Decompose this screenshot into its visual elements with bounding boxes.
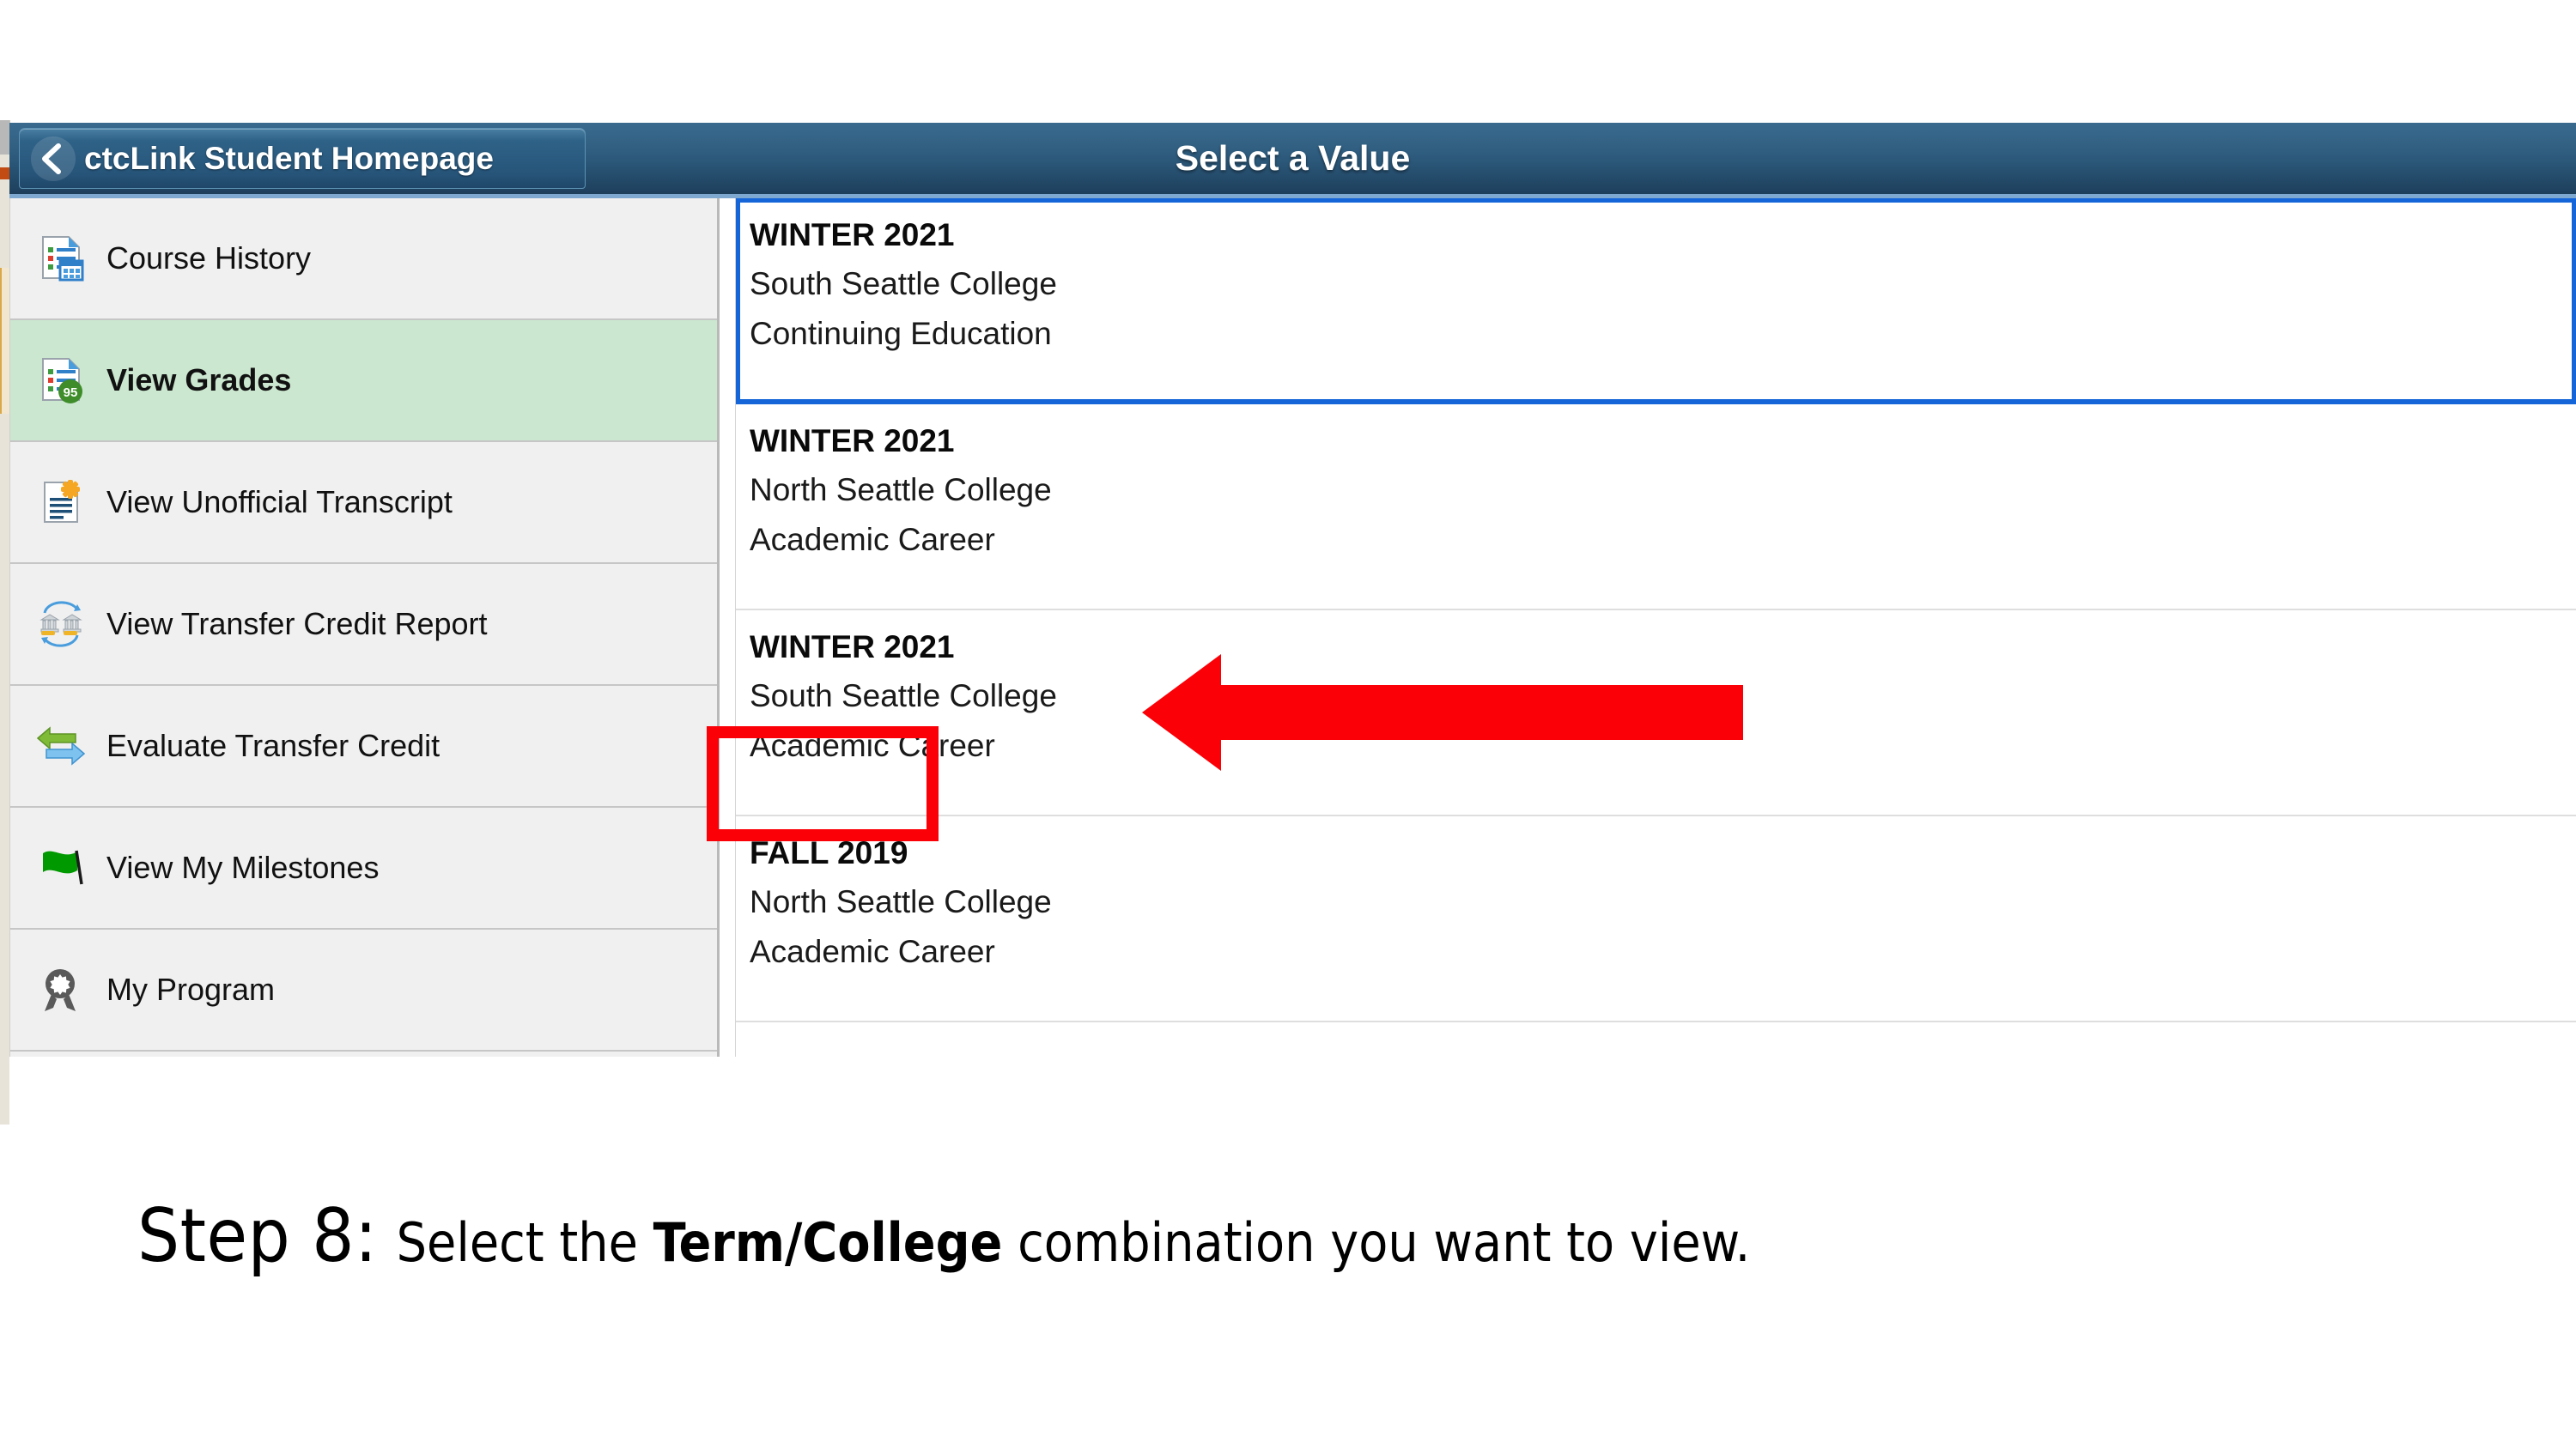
value-college: South Seattle College (750, 266, 1057, 301)
value-row[interactable]: WINTER 2021 North Seattle College Academ… (736, 404, 2576, 610)
sidebar-item-view-unofficial-transcript[interactable]: View Unofficial Transcript (10, 442, 717, 564)
caption-text-before: Select the (396, 1211, 653, 1274)
value-term: WINTER 2021 (750, 629, 955, 664)
sliver-gray-block (0, 120, 9, 155)
value-row[interactable]: FALL 2019 North Seattle College Academic… (736, 816, 2576, 1022)
page-header: ctcLink Student Homepage Select a Value (9, 123, 2576, 198)
value-career: Academic Career (750, 934, 995, 969)
caption-bold-term: Term/College (653, 1211, 1003, 1274)
value-row[interactable]: WINTER 2021 South Seattle College Contin… (736, 198, 2576, 404)
back-button-label: ctcLink Student Homepage (84, 140, 494, 176)
step-caption: Step 8: Select the Term/College combinati… (0, 1193, 2576, 1279)
value-career: Academic Career (750, 728, 995, 763)
green-blue-arrows-icon (34, 719, 88, 773)
document-list-calendar-icon (34, 232, 88, 285)
value-term: FALL 2019 (750, 835, 908, 870)
caption-text-after: combination you want to view. (1002, 1211, 1751, 1274)
green-flag-icon (34, 841, 88, 894)
value-career: Continuing Education (750, 316, 1052, 351)
caption-step-label: Step 8: (137, 1193, 378, 1279)
sidebar-item-label: View Grades (106, 362, 292, 397)
sidebar-item-label: View Transfer Credit Report (106, 606, 488, 641)
gray-award-ribbon-icon (34, 963, 88, 1016)
sidebar-item-label: View Unofficial Transcript (106, 484, 453, 519)
sidebar-item-label: Course History (106, 240, 312, 276)
svg-text:95: 95 (64, 385, 78, 400)
document-lines-star-icon (34, 476, 88, 529)
sidebar-item-label: Evaluate Transfer Credit (106, 728, 440, 763)
value-row[interactable]: WINTER 2021 South Seattle College Academ… (736, 610, 2576, 816)
sidebar-item-course-history[interactable]: Course History (10, 198, 717, 320)
value-list: WINTER 2021 South Seattle College Contin… (735, 198, 2576, 1091)
document-list-grade-badge-icon: 95 (34, 354, 88, 407)
sidebar-item-my-program[interactable]: My Program (10, 930, 717, 1052)
caption-instruction-text: Select the Term/College combination you … (397, 1211, 1751, 1274)
sidebar-item-view-my-milestones[interactable]: View My Milestones (10, 808, 717, 930)
sidebar-item-view-grades[interactable]: 95 View Grades (10, 320, 717, 442)
value-list-empty-tail (736, 1022, 2576, 1091)
value-term: WINTER 2021 (750, 217, 955, 252)
sliver-red-block (0, 167, 9, 179)
navigation-sidebar: Course History 95 View Grades View Unoff… (9, 198, 720, 1057)
sidebar-item-evaluate-transfer-credit[interactable]: Evaluate Transfer Credit (10, 686, 717, 808)
two-banks-cycle-icon (34, 597, 88, 651)
value-career: Academic Career (750, 522, 995, 557)
sidebar-item-label: My Program (106, 972, 276, 1007)
value-college: South Seattle College (750, 678, 1057, 713)
application-window: ctcLink Student Homepage Select a Value (9, 123, 2576, 1125)
value-college: North Seattle College (750, 472, 1052, 507)
sidebar-item-view-transfer-credit-report[interactable]: View Transfer Credit Report (10, 564, 717, 686)
chevron-left-icon (31, 136, 76, 181)
value-college: North Seattle College (750, 884, 1052, 919)
back-to-homepage-button[interactable]: ctcLink Student Homepage (19, 128, 586, 189)
value-term: WINTER 2021 (750, 423, 955, 458)
page-body: Course History 95 View Grades View Unoff… (9, 198, 2576, 1125)
sidebar-item-label: View My Milestones (106, 850, 380, 885)
